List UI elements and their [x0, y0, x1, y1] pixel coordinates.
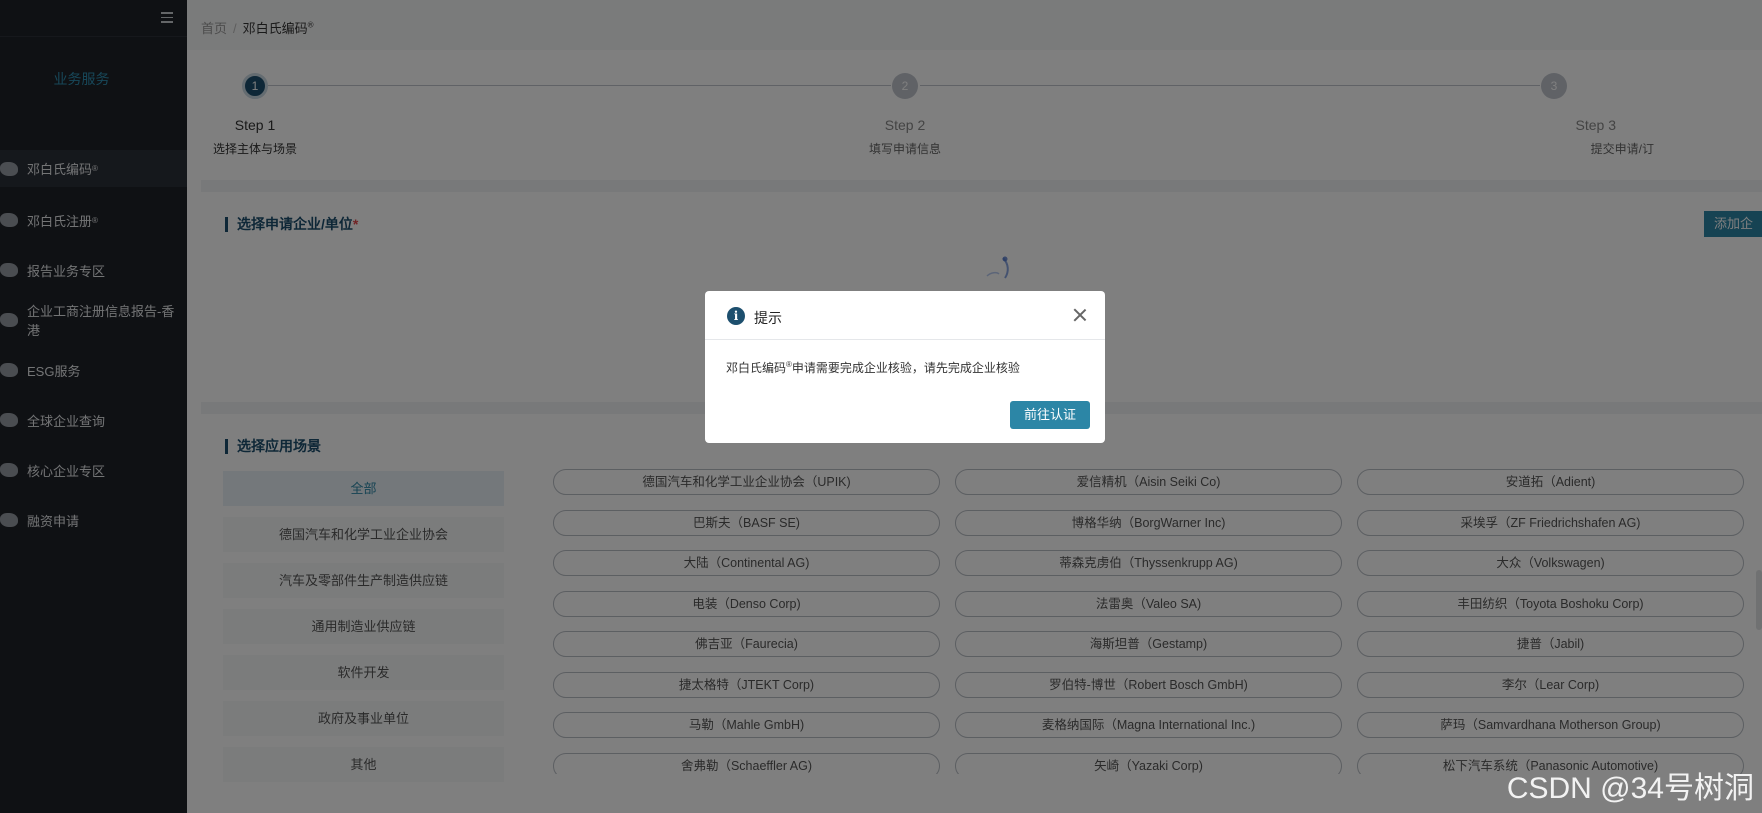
- dialog-title: 提示: [754, 310, 782, 326]
- watermark: CSDN @34号树洞: [1506, 772, 1754, 805]
- notice-dialog: i 提示 邓白氏编码®申请需要完成企业核验，请先完成企业核验 前往认证: [705, 291, 1105, 443]
- close-icon[interactable]: [1073, 308, 1087, 322]
- dialog-header: i 提示: [705, 291, 1105, 340]
- go-verify-button[interactable]: 前往认证: [1010, 401, 1090, 429]
- dialog-message: 邓白氏编码®申请需要完成企业核验，请先完成企业核验: [726, 360, 1020, 375]
- info-icon: i: [727, 307, 745, 325]
